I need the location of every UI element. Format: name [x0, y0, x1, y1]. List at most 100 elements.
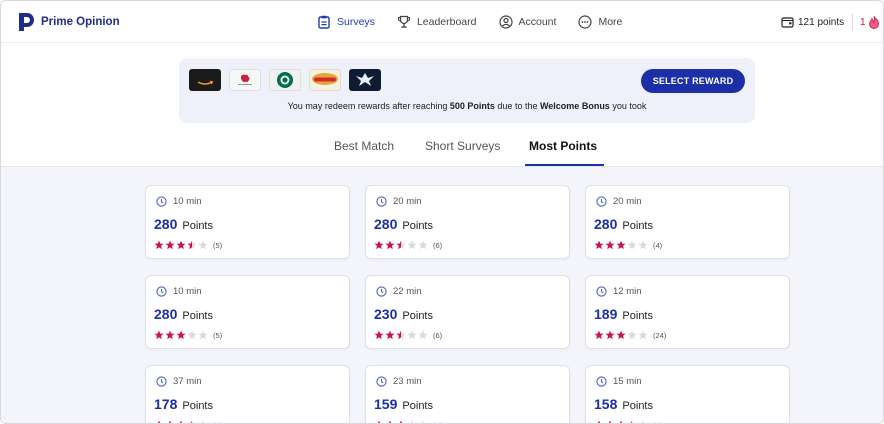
redeem-notice: You may redeem rewards after reaching 50…	[179, 101, 755, 111]
star-icon	[165, 240, 176, 250]
tab-most-points[interactable]: Most Points	[529, 139, 597, 153]
star-icon	[616, 420, 627, 423]
star-icon	[638, 330, 649, 340]
survey-card[interactable]: 15 min 158 Points (8)	[585, 365, 790, 423]
top-header: Prime Opinion Surveys Leaderboard Accoun…	[1, 1, 883, 43]
survey-duration-label: 20 min	[613, 196, 642, 207]
star-icon	[407, 420, 418, 423]
tab-best-match[interactable]: Best Match	[334, 139, 394, 153]
star-icon	[418, 240, 429, 250]
apple-gift-card[interactable]	[229, 69, 261, 91]
survey-card[interactable]: 10 min 280 Points (5)	[145, 185, 350, 259]
star-icon	[165, 330, 176, 340]
select-reward-button[interactable]: SELECT REWARD	[641, 69, 745, 93]
points-balance[interactable]: 121 points	[780, 15, 844, 29]
star-icon	[627, 240, 638, 250]
star-icon	[187, 420, 198, 423]
star-icon	[638, 240, 649, 250]
survey-points-unit: Points	[619, 220, 653, 232]
survey-points-value: 189	[594, 306, 618, 322]
clock-icon	[376, 196, 387, 207]
reward-banner: SELECT REWARD You may redeem rewards aft…	[179, 58, 755, 123]
survey-rating: (6)	[374, 240, 442, 250]
star-icon	[407, 240, 418, 250]
star-icon	[605, 240, 616, 250]
survey-points-unit: Points	[399, 400, 433, 412]
survey-rating: (6)	[374, 330, 442, 340]
survey-reward: 189 Points	[594, 306, 653, 322]
streak-counter[interactable]: 1	[860, 15, 880, 29]
redeem-notice-suffix: you took	[609, 101, 647, 111]
star-icon	[187, 240, 198, 250]
brand-logo[interactable]: Prime Opinion	[17, 12, 120, 32]
nav-leaderboard-label: Leaderboard	[416, 16, 477, 28]
prime-opinion-logo-icon	[19, 13, 34, 31]
star-icon	[638, 420, 649, 423]
survey-points-value: 280	[594, 216, 618, 232]
nav-more[interactable]: More	[578, 15, 622, 29]
amazon-gift-card[interactable]	[189, 69, 221, 91]
survey-duration: 10 min	[156, 286, 202, 297]
survey-reward: 158 Points	[594, 396, 653, 412]
survey-duration-label: 20 min	[393, 196, 422, 207]
survey-duration: 20 min	[596, 196, 642, 207]
survey-duration: 20 min	[376, 196, 422, 207]
star-icon	[627, 330, 638, 340]
star-icon	[374, 330, 385, 340]
nav-leaderboard[interactable]: Leaderboard	[397, 15, 477, 29]
flame-icon	[868, 15, 879, 29]
star-icon	[165, 420, 176, 423]
starbucks-gift-card[interactable]	[269, 69, 301, 91]
survey-card[interactable]: 20 min 280 Points (4)	[585, 185, 790, 259]
star-icon	[605, 420, 616, 423]
star-icon	[396, 420, 407, 423]
star-icon	[176, 240, 187, 250]
survey-duration: 10 min	[156, 196, 202, 207]
star-icon	[418, 420, 429, 423]
redeem-notice-mid: due to the	[494, 101, 540, 111]
survey-rating: (8)	[594, 420, 662, 423]
survey-card[interactable]: 22 min 230 Points (6)	[365, 275, 570, 349]
star-icon	[385, 240, 396, 250]
survey-duration-label: 12 min	[613, 286, 642, 297]
survey-reward: 280 Points	[154, 216, 213, 232]
star-icon	[374, 240, 385, 250]
survey-card[interactable]: 37 min 178 Points (2)	[145, 365, 350, 423]
survey-reward: 178 Points	[154, 396, 213, 412]
survey-duration: 22 min	[376, 286, 422, 297]
tab-short-surveys[interactable]: Short Surveys	[425, 139, 500, 153]
survey-duration: 37 min	[156, 376, 202, 387]
nav-account[interactable]: Account	[498, 15, 557, 29]
star-icon	[198, 240, 209, 250]
star-icon	[198, 330, 209, 340]
rating-count: (4)	[653, 240, 663, 250]
welcome-bonus-label: Welcome Bonus	[539, 101, 610, 111]
nav-account-label: Account	[518, 16, 557, 28]
survey-card[interactable]: 20 min 280 Points (6)	[365, 185, 570, 259]
star-icon	[374, 420, 385, 423]
survey-duration: 15 min	[596, 376, 642, 387]
star-icon	[154, 330, 165, 340]
survey-duration: 23 min	[376, 376, 422, 387]
survey-card[interactable]: 23 min 159 Points (6)	[365, 365, 570, 423]
streak-value: 1	[860, 16, 866, 28]
nav-surveys[interactable]: Surveys	[317, 15, 375, 29]
star-icon	[418, 330, 429, 340]
survey-card[interactable]: 12 min 189 Points (24)	[585, 275, 790, 349]
survey-points-unit: Points	[179, 220, 213, 232]
user-circle-icon	[498, 15, 513, 29]
survey-points-unit: Points	[179, 400, 213, 412]
star-icon	[385, 420, 396, 423]
american-eagle-gift-card[interactable]	[349, 69, 381, 91]
survey-reward: 159 Points	[374, 396, 433, 412]
star-icon	[594, 330, 605, 340]
survey-tabs: Best Match Short Surveys Most Points	[1, 133, 883, 167]
rating-count: (6)	[433, 330, 443, 340]
clock-icon	[376, 376, 387, 387]
survey-card[interactable]: 10 min 280 Points (5)	[145, 275, 350, 349]
clock-icon	[596, 286, 607, 297]
restaurant-gift-card[interactable]	[309, 69, 341, 91]
survey-duration-label: 10 min	[173, 196, 202, 207]
survey-rating: (2)	[154, 420, 222, 423]
star-icon	[176, 420, 187, 423]
